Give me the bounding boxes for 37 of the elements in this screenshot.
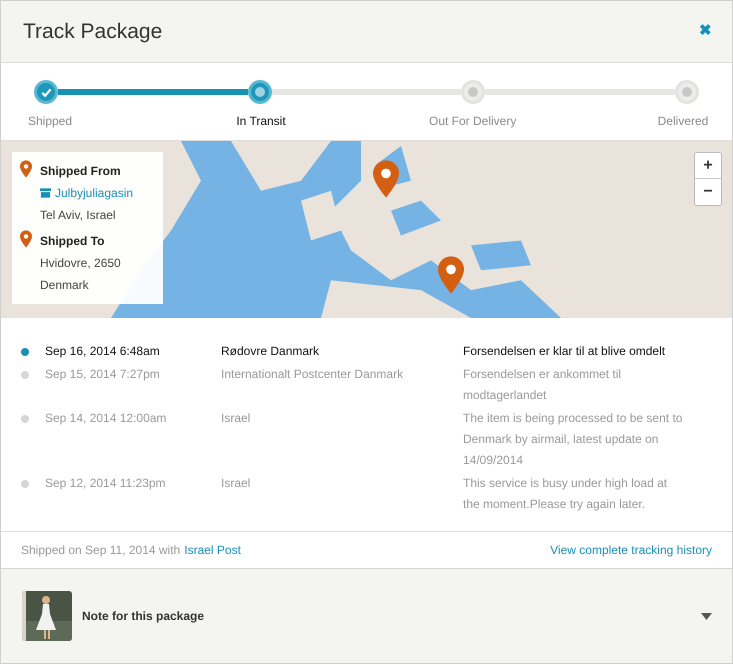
note-label: Note for this package bbox=[82, 608, 206, 625]
event-description: The item is being processed to be sent to Denmark by airmail, latest update on 14/09/2014 bbox=[463, 410, 683, 469]
event-location: Israel bbox=[221, 410, 252, 427]
event-description: This service is busy under high load at the moment.Please try again later. bbox=[463, 475, 668, 513]
event-date: Sep 16, 2014 6:48am bbox=[45, 343, 161, 360]
zoom-out-button[interactable]: − bbox=[695, 179, 721, 205]
store-icon bbox=[40, 188, 51, 198]
event-description: Forsendelsen er klar til at blive omdelt bbox=[463, 343, 666, 360]
event-location: Internationalt Postcenter Danmark bbox=[221, 366, 404, 383]
zoom-in-button[interactable]: + bbox=[695, 153, 721, 179]
store-link[interactable]: Julbyjuliagasin bbox=[40, 184, 134, 202]
event-location: Rødovre Danmark bbox=[221, 343, 320, 360]
close-button[interactable]: ✖ bbox=[699, 20, 712, 43]
address-heading: Shipped From bbox=[40, 163, 122, 180]
location-pin-icon bbox=[373, 159, 399, 199]
event-description: Forsendelsen er ankommet til modtagerlandet bbox=[463, 366, 622, 404]
address-heading: Shipped To bbox=[40, 233, 106, 250]
step-label: Shipped bbox=[26, 113, 74, 130]
note-section[interactable]: Note for this package bbox=[1, 568, 732, 663]
event-date: Sep 12, 2014 11:23pm bbox=[45, 475, 167, 492]
address-line: Hvidovre, 2650 bbox=[40, 255, 121, 272]
location-pin-icon bbox=[20, 230, 32, 248]
event-location: Israel bbox=[221, 475, 252, 492]
window-title: Track Package bbox=[23, 18, 162, 45]
carrier-link[interactable]: Israel Post bbox=[184, 541, 241, 559]
address-line: Denmark bbox=[40, 277, 90, 294]
tracking-history-link[interactable]: View complete tracking history bbox=[550, 541, 712, 559]
event-date: Sep 15, 2014 7:27pm bbox=[45, 366, 161, 383]
check-icon bbox=[40, 86, 52, 98]
event-date: Sep 14, 2014 12:00am bbox=[45, 410, 168, 427]
step-label: Delivered bbox=[656, 113, 710, 130]
location-pin-icon bbox=[20, 160, 32, 178]
location-pin-icon bbox=[438, 255, 464, 295]
step-label: Out For Delivery bbox=[429, 113, 515, 130]
step-label: In Transit bbox=[235, 113, 287, 130]
shipped-info: Shipped on Sep 11, 2014 with bbox=[21, 542, 180, 559]
address-line: Tel Aviv, Israel bbox=[40, 207, 117, 224]
